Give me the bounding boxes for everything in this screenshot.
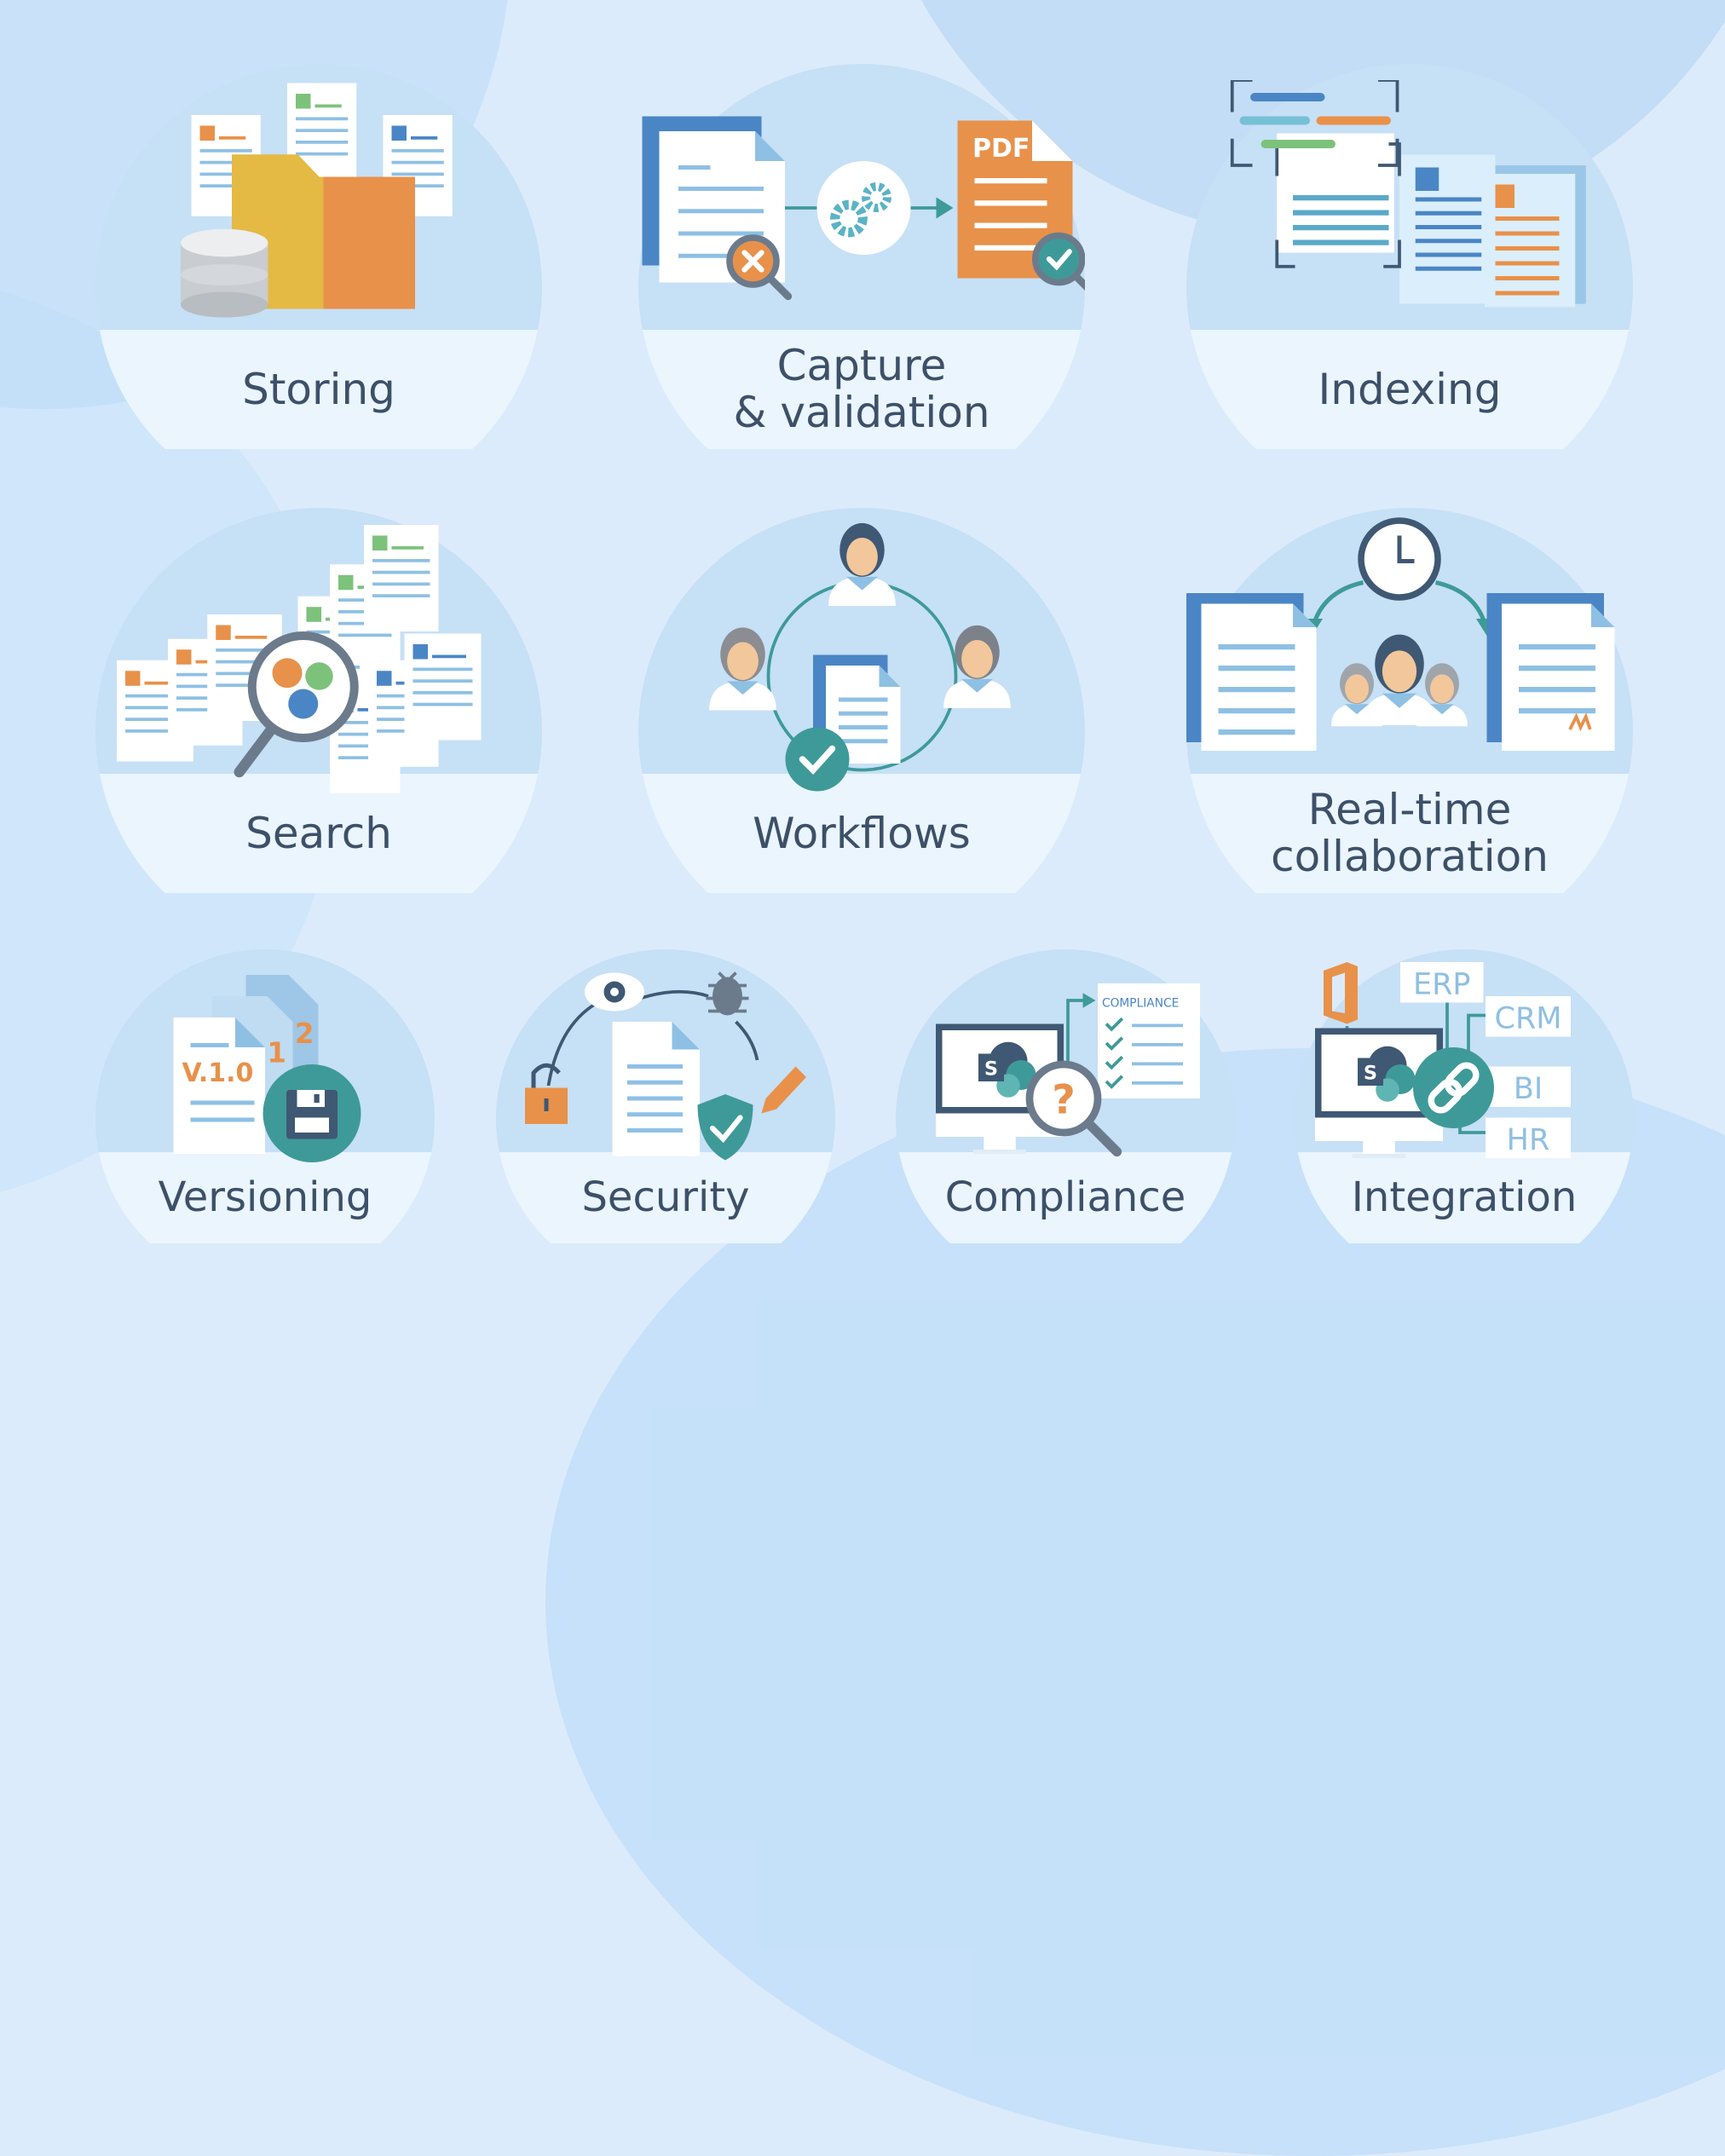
versioning-icon: .2 .1 V.1.0 [173, 975, 361, 1162]
feature-tile-storing: Storing [95, 64, 542, 449]
feature-tile-indexing: Indexing [1186, 64, 1633, 449]
feature-label-line: Indexing [1318, 364, 1502, 414]
svg-text:BI: BI [1514, 1072, 1543, 1106]
svg-text:CRM: CRM [1495, 1002, 1562, 1036]
svg-text:PDF: PDF [972, 134, 1030, 164]
feature-label-line: collaboration [1271, 832, 1549, 881]
feature-label-line: Security [581, 1173, 750, 1222]
feature-label: Indexing [1186, 366, 1633, 413]
feature-label-line: & validation [733, 388, 990, 437]
workflow-people-icon [708, 522, 1011, 792]
feature-tile-workflows: Workflows [638, 508, 1085, 893]
feature-tile-capture: PDF Capture & validation [638, 64, 1085, 449]
feature-label: Compliance [896, 1175, 1235, 1220]
feature-label: Search [95, 810, 542, 857]
feature-tile-versioning: .2 .1 V.1.0 Versioning [95, 949, 435, 1243]
svg-text:V.1.0: V.1.0 [182, 1058, 254, 1088]
feature-label: Security [496, 1175, 835, 1220]
svg-text:?: ? [1052, 1077, 1076, 1124]
feature-tile-compliance: COMPLIANCE S ? Compliance [896, 949, 1235, 1243]
feature-label: Integration [1295, 1175, 1634, 1220]
svg-text:COMPLIANCE: COMPLIANCE [1102, 997, 1179, 1011]
feature-label: Capture & validation [638, 343, 1085, 436]
feature-label: Real-time collaboration [1186, 787, 1633, 880]
folder-database-icon [180, 83, 453, 318]
document-to-pdf-icon: PDF [642, 116, 1085, 301]
feature-label: Storing [95, 366, 542, 413]
svg-text:S: S [1364, 1063, 1377, 1085]
document-search-icon [116, 525, 481, 793]
feature-label: Versioning [95, 1175, 435, 1220]
svg-text:HR: HR [1507, 1123, 1550, 1157]
svg-text:S: S [984, 1058, 997, 1081]
integration-link-icon: S ERP CRM BI HR [1315, 962, 1571, 1158]
security-shield-icon [525, 971, 806, 1161]
feature-label-line: Integration [1351, 1173, 1578, 1222]
feature-label: Workflows [638, 810, 1085, 857]
feature-label-line: Workflows [753, 808, 971, 858]
feature-tile-search: Search [95, 508, 542, 893]
feature-label-line: Real-time [1307, 785, 1512, 834]
feature-label-line: Search [245, 808, 392, 858]
feature-label-line: Compliance [944, 1173, 1186, 1222]
feature-label-line: Versioning [158, 1173, 372, 1222]
svg-text:ERP: ERP [1413, 968, 1471, 1002]
collaboration-icon [1186, 517, 1614, 751]
feature-tile-collaboration: Real-time collaboration [1186, 508, 1633, 893]
feature-label-line: Capture [776, 341, 947, 390]
feature-label-line: Storing [242, 364, 395, 414]
compliance-checklist-icon: COMPLIANCE S ? [935, 983, 1200, 1157]
feature-tile-security: Security [496, 949, 835, 1243]
indexed-documents-icon [1230, 80, 1586, 308]
feature-tile-integration: S ERP CRM BI HR Integration [1295, 949, 1634, 1243]
